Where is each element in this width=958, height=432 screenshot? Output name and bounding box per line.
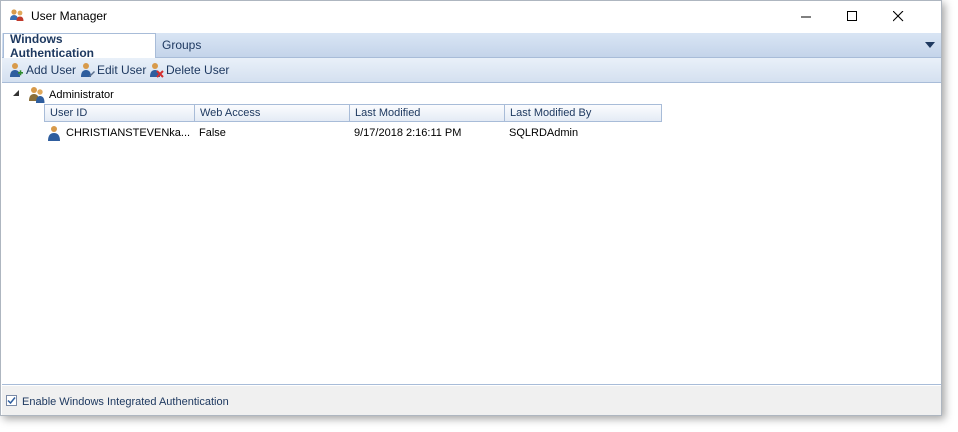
tab-strip: Windows Authentication Groups bbox=[2, 32, 941, 60]
cell-last-modified-by: SQLRDAdmin bbox=[509, 127, 579, 139]
tree-node-administrator[interactable]: Administrator bbox=[49, 89, 114, 101]
user-id-text: CHRISTIANSTEVENka... bbox=[66, 127, 191, 139]
column-header-last-modified-by[interactable]: Last Modified By bbox=[505, 105, 661, 121]
title-bar[interactable]: User Manager bbox=[1, 1, 941, 32]
window-title: User Manager bbox=[31, 9, 108, 23]
users-icon bbox=[10, 9, 24, 21]
windows-auth-checkbox[interactable] bbox=[6, 395, 17, 406]
add-user-label: Add User bbox=[26, 63, 77, 77]
grid-header: User ID Web Access Last Modified Last Mo… bbox=[44, 104, 662, 122]
tree-expand-icon[interactable] bbox=[11, 88, 21, 98]
delete-user-icon bbox=[150, 63, 164, 78]
column-header-web-access[interactable]: Web Access bbox=[195, 105, 350, 121]
close-button[interactable] bbox=[875, 1, 921, 32]
tab-windows-authentication[interactable]: Windows Authentication bbox=[3, 32, 156, 60]
windows-auth-checkbox-label[interactable]: Enable Windows Integrated Authentication bbox=[22, 396, 229, 408]
close-icon bbox=[892, 11, 903, 22]
maximize-button[interactable] bbox=[829, 1, 875, 32]
delete-user-button[interactable]: Delete User bbox=[148, 61, 229, 79]
cell-last-modified: 9/17/2018 2:16:11 PM bbox=[354, 127, 462, 139]
cell-user-id: CHRISTIANSTEVENka... bbox=[44, 122, 194, 144]
delete-user-label: Delete User bbox=[166, 63, 230, 77]
user-icon bbox=[48, 126, 60, 141]
user-manager-window: User Manager Windows Authentication Grou… bbox=[0, 0, 942, 416]
maximize-icon bbox=[846, 11, 857, 21]
edit-user-button[interactable]: Edit User bbox=[79, 61, 146, 79]
add-user-icon bbox=[10, 63, 23, 77]
users-grid: User ID Web Access Last Modified Last Mo… bbox=[44, 104, 662, 144]
toolbar: Add User Edit User Delete User bbox=[2, 58, 941, 83]
edit-user-label: Edit User bbox=[97, 63, 147, 77]
group-icon bbox=[29, 87, 45, 103]
minimize-icon bbox=[800, 16, 811, 18]
tab-groups[interactable]: Groups bbox=[156, 33, 216, 57]
column-header-last-modified[interactable]: Last Modified bbox=[350, 105, 505, 121]
cell-web-access: False bbox=[199, 127, 226, 139]
table-row[interactable]: CHRISTIANSTEVENka... False 9/17/2018 2:1… bbox=[44, 122, 662, 144]
checkmark-icon bbox=[7, 397, 16, 405]
chevron-down-icon[interactable] bbox=[923, 39, 937, 51]
minimize-button[interactable] bbox=[783, 1, 829, 32]
column-header-user-id[interactable]: User ID bbox=[45, 105, 195, 121]
footer: Enable Windows Integrated Authentication bbox=[2, 386, 941, 415]
add-user-button[interactable]: Add User bbox=[8, 61, 76, 79]
user-tree-panel: Administrator User ID Web Access Last Mo… bbox=[2, 83, 941, 385]
edit-user-icon bbox=[81, 63, 95, 77]
